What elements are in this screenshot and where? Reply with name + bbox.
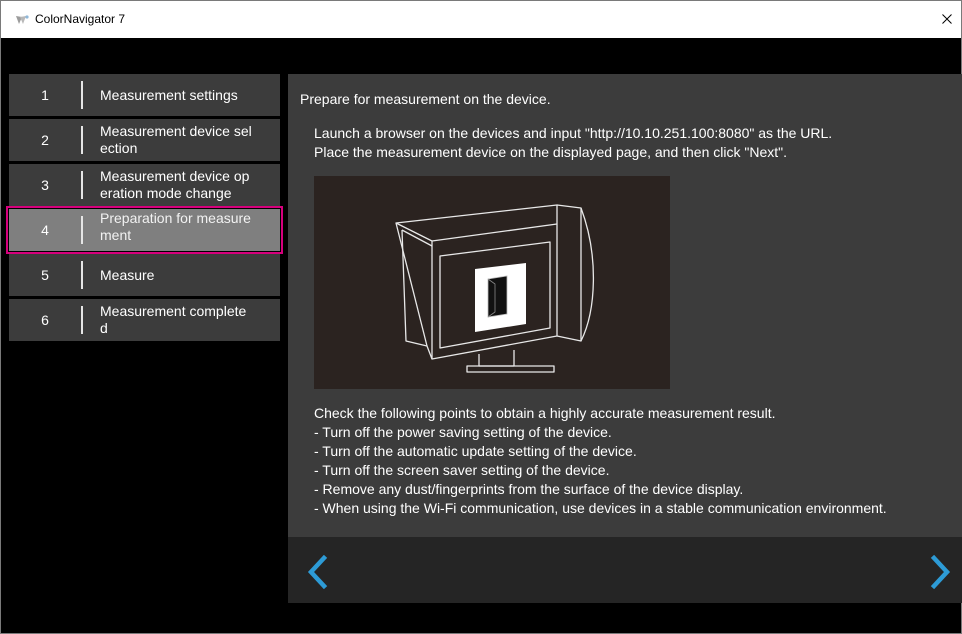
step-label: Preparation for measure ment	[100, 210, 251, 243]
steps-sidebar: 1 Measurement settings 2 Measurement dev…	[6, 74, 283, 602]
wizard-nav-bar	[288, 537, 962, 603]
step-5-measure[interactable]: 5 Measure	[9, 254, 280, 296]
step-divider	[81, 216, 83, 244]
step-divider	[81, 171, 83, 199]
instruction-text: Launch a browser on the devices and inpu…	[314, 124, 832, 162]
step-divider	[81, 81, 83, 109]
step-label: Measurement device sel ection	[100, 123, 252, 156]
checklist-item: - When using the Wi-Fi communication, us…	[314, 500, 887, 516]
checklist-intro: Check the following points to obtain a h…	[314, 405, 776, 421]
next-button[interactable]	[928, 554, 952, 590]
app-window: ColorNavigator 7 1 Measurement settings …	[0, 0, 962, 634]
step-2-measurement-device-selection[interactable]: 2 Measurement device sel ection	[9, 119, 280, 161]
step-number: 1	[41, 87, 49, 103]
chevron-right-icon	[930, 554, 951, 590]
instruction-line: Launch a browser on the devices and inpu…	[314, 125, 833, 141]
back-button[interactable]	[306, 554, 330, 590]
page-heading: Prepare for measurement on the device.	[300, 91, 551, 107]
close-icon	[942, 14, 952, 24]
step-1-measurement-settings[interactable]: 1 Measurement settings	[9, 74, 280, 116]
step-label: Measurement device op eration mode change	[100, 168, 250, 201]
step-divider	[81, 306, 83, 334]
checklist-item: - Turn off the screen saver setting of t…	[314, 462, 610, 478]
app-logo-icon	[16, 15, 29, 24]
step-label: Measurement settings	[100, 86, 238, 103]
step-6-measurement-completed[interactable]: 6 Measurement complete d	[9, 299, 280, 341]
monitor-illustration	[314, 176, 670, 389]
step-number: 3	[41, 177, 49, 193]
step-number: 6	[41, 312, 49, 328]
step-3-operation-mode-change[interactable]: 3 Measurement device op eration mode chan…	[9, 164, 280, 206]
step-number: 5	[41, 267, 49, 283]
step-number: 4	[41, 222, 49, 238]
main-panel: Prepare for measurement on the device. L…	[288, 74, 962, 537]
step-divider	[81, 126, 83, 154]
step-number: 2	[41, 132, 49, 148]
window-title: ColorNavigator 7	[35, 12, 126, 26]
checklist: Check the following points to obtain a h…	[314, 404, 887, 518]
step-divider	[81, 261, 83, 289]
step-label: Measurement complete d	[100, 303, 247, 336]
chevron-left-icon	[307, 554, 328, 590]
step-4-preparation-for-measurement[interactable]: 4 Preparation for measure ment	[6, 206, 283, 254]
monitor-with-patch-icon	[395, 204, 595, 373]
checklist-item: - Turn off the power saving setting of t…	[314, 424, 612, 440]
close-button[interactable]	[925, 1, 961, 38]
title-bar: ColorNavigator 7	[1, 1, 961, 38]
step-label: Measure	[100, 266, 155, 283]
checklist-item: - Turn off the automatic update setting …	[314, 443, 637, 459]
instruction-line: Place the measurement device on the disp…	[314, 144, 787, 160]
checklist-item: - Remove any dust/fingerprints from the …	[314, 481, 744, 497]
